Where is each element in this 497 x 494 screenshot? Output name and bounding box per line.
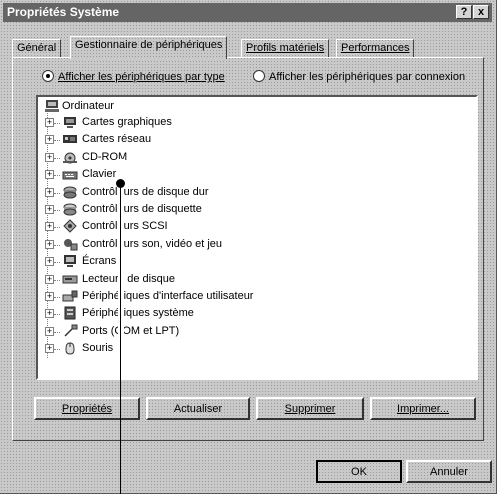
radio-by-type[interactable] [42,70,54,82]
tab-general[interactable]: Général [12,39,62,58]
tree-item[interactable]: + Contrôleurs son, vidéo et jeu [40,237,470,253]
refresh-button[interactable]: Actualiser [146,397,250,420]
expand-icon[interactable]: + [45,326,54,336]
tree-connector-h [54,331,60,333]
expand-icon[interactable]: + [45,274,54,284]
expand-icon[interactable]: + [45,152,54,162]
tree-item-label: Souris [82,342,114,355]
expand-icon[interactable]: + [45,222,54,232]
print-button[interactable]: Imprimer... [370,397,476,420]
monitor-icon [64,255,76,268]
tree-connector-h [54,297,60,298]
tree-connector-h [54,123,60,124]
close-button[interactable]: x [473,5,489,19]
properties-button[interactable]: Propriétés [34,397,140,420]
tree-item-label: Cartes réseau [82,133,152,146]
scsi-controller-icon [63,219,77,234]
by-type-label: Afficher les périphériques par type [58,71,225,83]
window-title: Propriétés Système [7,5,120,19]
tree-connector-h [54,349,60,351]
mouse-icon [65,342,75,355]
expand-icon[interactable]: + [45,205,54,214]
tree-item-label: Ports (COM et LPT) [82,324,180,337]
tree-connector-h [54,140,60,142]
network-card-icon [63,135,77,144]
system-properties-window: Propriétés Système ? x Général Gestionna… [0,0,497,494]
hid-icon [62,290,78,302]
tree-occlusion [118,159,124,369]
device-tree[interactable]: Ordinateur + Cartes graphiques + Cartes rés… [36,95,478,380]
tree-item-label: Écrans [82,255,117,268]
by-connection-label: Afficher les périphériques par connexion [269,71,466,83]
tree-item-label: Contrôleurs SCSI [82,220,168,233]
tree-connector-h [54,175,60,177]
remove-button[interactable]: Supprimer [256,397,364,420]
tab-device-manager[interactable]: Gestionnaire de périphériques [70,36,228,59]
tree-item[interactable]: + Lecteurs de disque [40,272,470,288]
ok-button[interactable]: OK [316,460,402,483]
radio-by-connection[interactable] [253,70,265,82]
tree-item-label: Clavier [82,168,117,181]
display-adapter-icon [64,117,76,128]
expand-icon[interactable]: + [45,257,54,267]
tree-item-label: Périphériques système [82,307,194,320]
tree-connector-h [54,157,60,159]
view-by-connection-option[interactable]: Afficher les périphériques par connexion [253,70,465,86]
tree-item[interactable]: + CD-ROM [40,150,470,166]
expand-icon[interactable]: + [45,309,54,319]
expand-icon[interactable]: + [45,135,54,145]
tree-item[interactable]: + Cartes réseau [40,132,470,148]
tree-root[interactable]: Ordinateur [40,99,240,115]
expand-icon[interactable]: + [45,239,54,249]
expand-icon[interactable]: + [45,292,54,301]
tree-item-label: Contrôleurs de disquette [82,203,202,215]
tree-connector-h [54,227,60,229]
tree-item-label: Périphériques d'interface utilisateur [82,290,254,302]
view-by-type-option[interactable]: Afficher les périphériques par type [42,70,225,86]
tree-item[interactable]: + Ports (COM et LPT) [40,324,470,340]
cdrom-icon [63,152,77,164]
floppy-controller-icon [63,203,77,216]
system-device-icon [64,306,76,320]
tree-connector-h [54,192,60,194]
expand-icon[interactable]: + [45,344,54,354]
title-bar[interactable]: Propriétés Système ? x [3,3,492,22]
tree-connector-h [54,279,60,281]
tree-item[interactable]: + Souris [40,341,470,357]
expand-icon[interactable]: + [45,118,54,127]
disk-drive-icon [62,275,78,284]
callout-pointer-line [120,183,121,494]
sound-video-game-icon [64,238,78,251]
tree-item[interactable]: + Écrans [40,254,470,270]
tab-hardware-profiles[interactable]: Profils matériels [241,39,330,58]
tree-connector-h [54,210,60,211]
tree-item[interactable]: + Clavier [40,167,470,183]
tree-item[interactable]: + Contrôleurs de disque dur [40,185,470,201]
cancel-button[interactable]: Annuler [406,460,492,483]
tab-performance[interactable]: Performances [336,39,415,58]
expand-icon[interactable]: + [45,187,54,197]
tree-item[interactable]: + Cartes graphiques [40,115,470,131]
tree-item-label: Lecteurs de disque [82,272,175,285]
hard-disk-controller-icon [63,186,77,199]
tree-connector-h [54,244,60,246]
tree-item-label: Contrôleurs son, vidéo et jeu [82,237,223,250]
tree-connector-h [54,262,60,264]
tree-item[interactable]: + Contrôleurs SCSI [40,219,470,235]
tree-connector-h [54,314,60,316]
tree-item-label: Cartes graphiques [82,116,172,128]
tree-item[interactable]: + Périphériques d'interface utilisateur [40,289,470,305]
tree-item-label: Contrôleurs de disque dur [82,185,209,198]
port-icon [64,324,78,337]
tree-item[interactable]: + Périphériques système [40,306,470,322]
tree-item[interactable]: + Contrôleurs de disquette [40,202,470,218]
help-button[interactable]: ? [456,5,472,19]
expand-icon[interactable]: + [45,170,54,180]
computer-icon [45,100,59,112]
keyboard-icon [62,171,78,180]
